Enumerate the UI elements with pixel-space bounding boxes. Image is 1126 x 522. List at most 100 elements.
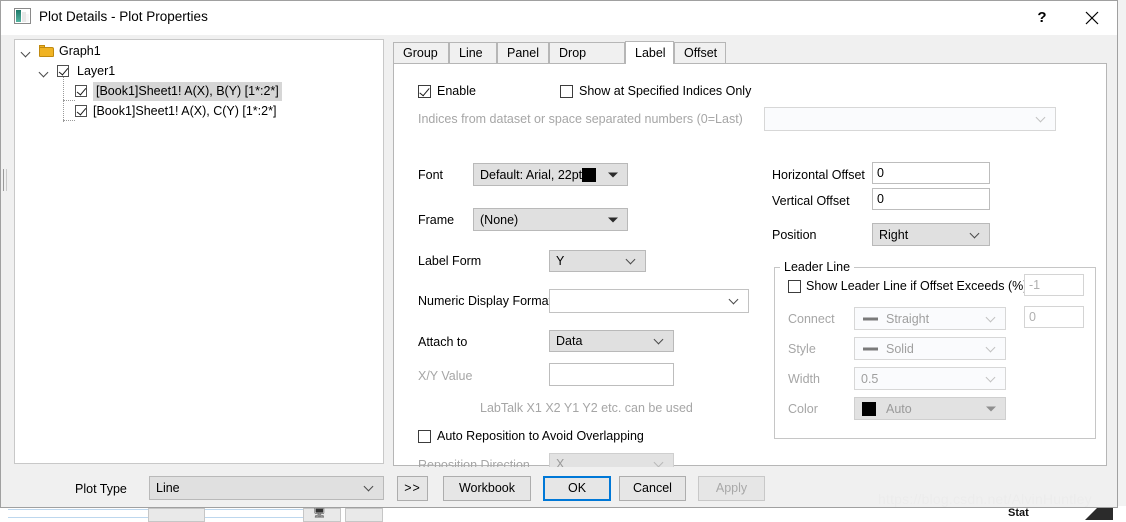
leader-line-group-title: Leader Line (780, 260, 855, 274)
line-style-icon (863, 347, 878, 350)
color-swatch (862, 401, 876, 416)
tree-node-checkbox[interactable] (75, 105, 87, 117)
plot-tree-panel[interactable]: Graph1 Layer1 [Book1]Sheet1! A(X), B(Y) … (14, 39, 384, 464)
dialog-title: Plot Details - Plot Properties (39, 9, 208, 24)
plot-type-combo[interactable]: Line (149, 476, 384, 500)
chevron-down-icon[interactable] (21, 46, 32, 57)
leader-line-second-input[interactable] (1024, 306, 1084, 328)
labtalk-hint-text: LabTalk X1 X2 Y1 Y2 etc. can be used (480, 401, 693, 415)
tab-label-tab[interactable]: Label (625, 41, 674, 64)
chevron-down-icon (627, 256, 635, 264)
dialog-titlebar: Plot Details - Plot Properties ? (1, 1, 1117, 35)
panel-splitter[interactable] (1, 169, 8, 191)
attach-to-value: Data (556, 334, 583, 348)
horizontal-offset-label: Horizontal Offset (772, 168, 865, 182)
line-style-icon (863, 317, 878, 320)
show-leader-line-checkbox[interactable] (788, 280, 801, 293)
help-button[interactable]: ? (1019, 1, 1065, 34)
properties-tab-area: Group Line Panel Drop Lines Label Offset… (393, 41, 1107, 475)
workbook-button[interactable]: Workbook (443, 476, 531, 501)
label-form-value: Y (556, 254, 565, 268)
question-mark-icon: ? (1037, 9, 1047, 26)
tab-label: Line (459, 46, 483, 60)
dropdown-arrow-icon (986, 406, 996, 411)
tab-label: Label (635, 46, 666, 60)
position-combo[interactable]: Right (872, 223, 990, 246)
background-scrollbar[interactable] (1117, 0, 1126, 520)
indices-combo[interactable] (764, 107, 1056, 131)
plot-type-label: Plot Type (75, 482, 127, 496)
dropdown-arrow-icon (608, 172, 618, 177)
chevron-down-icon (987, 314, 995, 322)
background-monitor-icon: 🖥 (313, 508, 326, 519)
chevron-down-icon (655, 459, 663, 467)
show-leader-line-label: Show Leader Line if Offset Exceeds (%) (806, 279, 1028, 293)
chevron-down-icon (655, 336, 663, 344)
vertical-offset-input[interactable] (872, 188, 990, 210)
tree-node-label: [Book1]Sheet1! A(X), B(Y) [1*:2*] (93, 82, 282, 101)
position-value: Right (879, 227, 909, 242)
tab-offset[interactable]: Offset (674, 42, 726, 63)
tab-group[interactable]: Group (393, 42, 449, 63)
style-value: Solid (886, 341, 914, 356)
attach-to-label: Attach to (418, 335, 468, 349)
chevron-down-icon (730, 296, 738, 304)
tree-node-label: [Book1]Sheet1! A(X), C(Y) [1*:2*] (93, 104, 277, 118)
tree-node-label: Graph1 (59, 44, 101, 58)
chevron-down-icon (1037, 114, 1045, 122)
numeric-display-format-combo[interactable] (549, 289, 749, 313)
plot-type-value: Line (156, 481, 180, 495)
frame-combo[interactable]: (None) (473, 208, 628, 231)
tree-node-checkbox[interactable] (75, 85, 87, 97)
tree-node-checkbox[interactable] (57, 65, 69, 77)
style-combo[interactable]: Solid (854, 337, 1006, 360)
apply-button[interactable]: Apply (698, 476, 765, 501)
width-value: 0.5 (861, 371, 879, 386)
font-label: Font (418, 168, 444, 182)
chevron-down-icon (987, 344, 995, 352)
tab-drop-lines[interactable]: Drop Lines (549, 42, 625, 81)
tab-panel[interactable]: Panel (497, 42, 549, 63)
auto-reposition-label: Auto Reposition to Avoid Overlapping (437, 429, 644, 443)
chevron-down-icon[interactable] (39, 66, 50, 77)
color-combo[interactable]: Auto (854, 397, 1006, 420)
xy-value-input[interactable] (549, 363, 674, 386)
close-icon (1085, 11, 1099, 24)
enable-checkbox[interactable] (418, 85, 431, 98)
cancel-button[interactable]: Cancel (619, 476, 686, 501)
enable-label: Enable (437, 84, 476, 98)
vertical-offset-label: Vertical Offset (772, 194, 850, 208)
numeric-display-format-label: Numeric Display Format (418, 294, 553, 308)
plot-details-dialog: Plot Details - Plot Properties ? Graph1 (0, 0, 1118, 508)
tab-label: Group (403, 46, 438, 60)
width-combo[interactable]: 0.5 (854, 367, 1006, 390)
label-tab-panel: Enable Show at Specified Indices Only In… (393, 63, 1107, 475)
position-label: Position (772, 228, 817, 242)
xy-value-label: X/Y Value (418, 369, 473, 383)
tree-connector (63, 100, 75, 101)
connect-label: Connect (788, 312, 835, 326)
plot-properties-icon (14, 8, 31, 24)
show-specified-indices-label: Show at Specified Indices Only (579, 84, 752, 98)
attach-to-combo[interactable]: Data (549, 330, 674, 352)
font-combo[interactable]: Default: Arial, 22pt, (473, 163, 628, 186)
show-specified-indices-checkbox[interactable] (560, 85, 573, 98)
close-button[interactable] (1069, 1, 1115, 34)
expand-button[interactable]: >> (397, 476, 428, 501)
watermark-text: https://blog.csdn.net/AlvinHuntley (878, 491, 1092, 507)
horizontal-offset-input[interactable] (872, 162, 990, 184)
auto-reposition-checkbox[interactable] (418, 430, 431, 443)
width-label: Width (788, 372, 820, 386)
tab-line[interactable]: Line (449, 42, 497, 63)
folder-icon (39, 45, 54, 57)
background-status-text: Stat (1008, 507, 1029, 519)
ok-button[interactable]: OK (543, 476, 611, 501)
label-form-label: Label Form (418, 254, 482, 268)
connect-combo[interactable]: Straight (854, 307, 1006, 330)
font-color-swatch[interactable] (582, 167, 596, 182)
chevron-down-icon (971, 230, 979, 238)
leader-line-offset-input[interactable] (1024, 274, 1084, 296)
indices-hint-text: Indices from dataset or space separated … (418, 112, 743, 126)
label-form-combo[interactable]: Y (549, 250, 646, 272)
chevron-down-icon (365, 483, 373, 491)
